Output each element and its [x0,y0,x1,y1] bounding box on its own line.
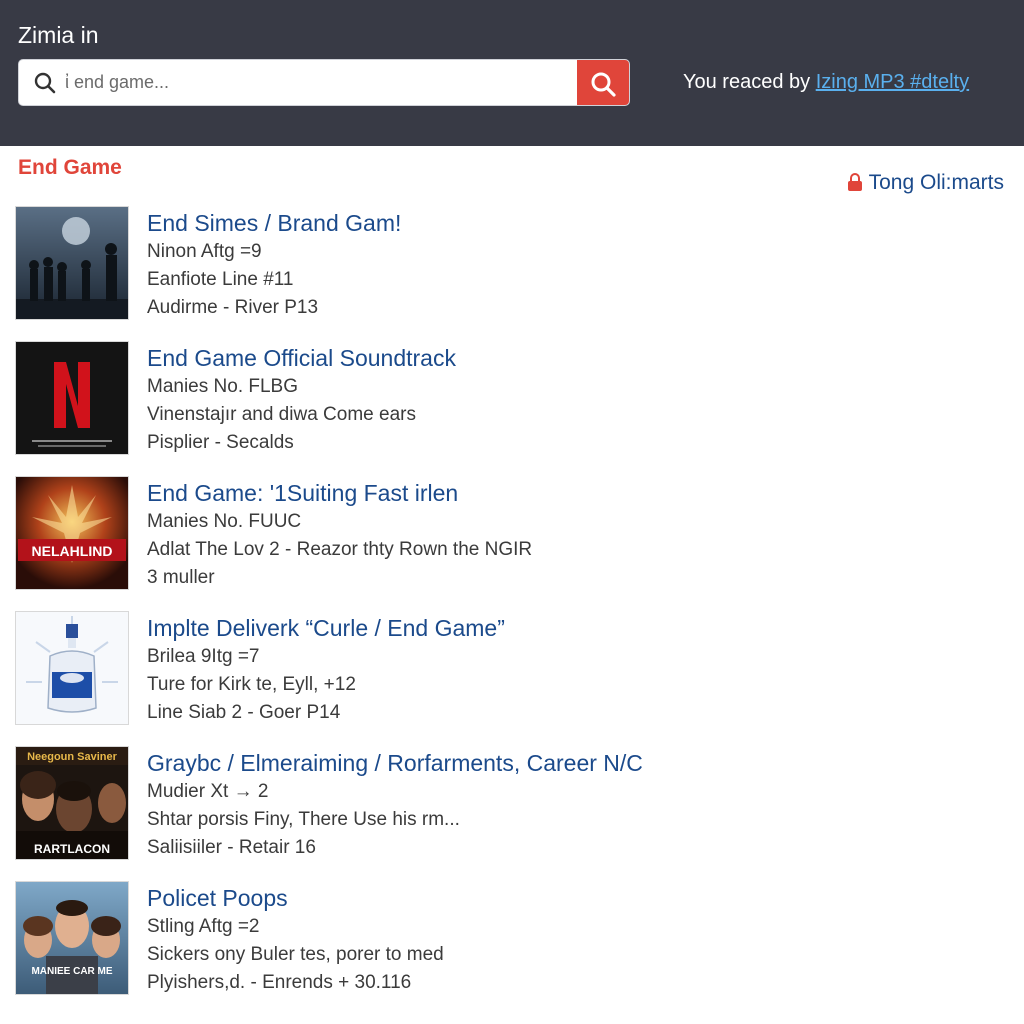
result-meta: Mudier Xt → 2 [147,781,269,802]
result-thumbnail[interactable] [15,341,129,455]
result-meta: Manies No. FUUC [147,511,302,532]
top-header: Zimia in You reaced by Izing MP3 #dtelty [0,0,1024,146]
result-thumbnail[interactable]: Neegoun Saviner RARTLACON [15,746,129,860]
result-title[interactable]: End Simes / Brand Gam! [147,210,401,237]
result-meta: Audirme - River P13 [147,297,319,318]
hint-link[interactable]: Izing MP3 #dtelty [816,71,969,93]
result-title[interactable]: Policet Poops [147,885,288,912]
thumbnail-caption: MANIEE CAR ME [31,966,112,977]
lock-icon [847,173,862,191]
search-button[interactable] [577,60,629,105]
result-item: End Simes / Brand Gam! Ninon Aftg =9 Ean… [0,206,1024,341]
result-item: MANIEE CAR ME Policet Poops Stling Aftg … [0,881,1024,1016]
result-meta: Saliisiiler - Retair 16 [147,837,316,858]
result-meta: 3 muller [147,567,215,588]
result-meta: Adlat The Lov 2 - Reazor thty Rown the N… [147,539,533,560]
result-thumbnail[interactable] [15,611,129,725]
result-meta: Vinenstajır and diwa Come ears [147,404,416,425]
result-title[interactable]: Graybc / Elmeraiming / Rorfarments, Care… [147,750,643,777]
result-title[interactable]: End Game: '1Suiting Fast irlen [147,480,458,507]
result-meta: Stling Aftg =2 [147,916,260,937]
section-title: End Game [18,156,122,179]
result-meta: Shtar porsis Finy, There Use his rm... [147,809,460,830]
search-input[interactable] [65,60,585,105]
result-meta: Manies No. FLBG [147,376,298,397]
result-item: Implte Deliverk “Curle / End Game” Brile… [0,611,1024,746]
result-title[interactable]: Implte Deliverk “Curle / End Game” [147,615,505,642]
result-title[interactable]: End Game Official Soundtrack [147,345,456,372]
result-thumbnail[interactable]: MANIEE CAR ME [15,881,129,995]
thumbnail-caption: Neegoun Saviner [27,751,118,763]
result-meta: Brilea 9Itg =7 [147,646,260,667]
owner-link[interactable]: Tong Oli:marts [847,171,1004,195]
thumbnail-caption: RARTLACON [34,842,110,856]
result-item: End Game Official Soundtrack Manies No. … [0,341,1024,476]
owner-label: Tong Oli:marts [868,171,1004,194]
search-box[interactable] [18,59,630,106]
result-item: Neegoun Saviner RARTLACON Graybc / Elmer… [0,746,1024,881]
result-thumbnail[interactable] [15,206,129,320]
result-item: NELAHLIND End Game: '1Suiting Fast irlen… [0,476,1024,611]
results-list: End Simes / Brand Gam! Ninon Aftg =9 Ean… [0,206,1024,1016]
app-title: Zimia in [18,22,99,48]
search-icon [591,72,616,97]
result-meta: Ture for Kirk te, Eyll, +12 [147,674,356,695]
result-meta: Plyishers,d. - Enrends + 30.116 [147,972,412,993]
result-meta: Ninon Aftg =9 [147,241,262,262]
result-meta: Pisplier - Secalds [147,432,294,453]
result-meta: Eanfiote Line #11 [147,269,294,290]
hint-text: You reaced by [683,71,811,93]
result-meta: Line Siab 2 - Goer P14 [147,702,341,723]
result-thumbnail[interactable]: NELAHLIND [15,476,129,590]
search-hint: You reaced by Izing MP3 #dtelty [683,71,969,94]
search-icon [34,72,56,94]
thumbnail-caption: NELAHLIND [32,543,113,559]
result-meta: Sickers ony Buler tes, porer to med [147,944,444,965]
